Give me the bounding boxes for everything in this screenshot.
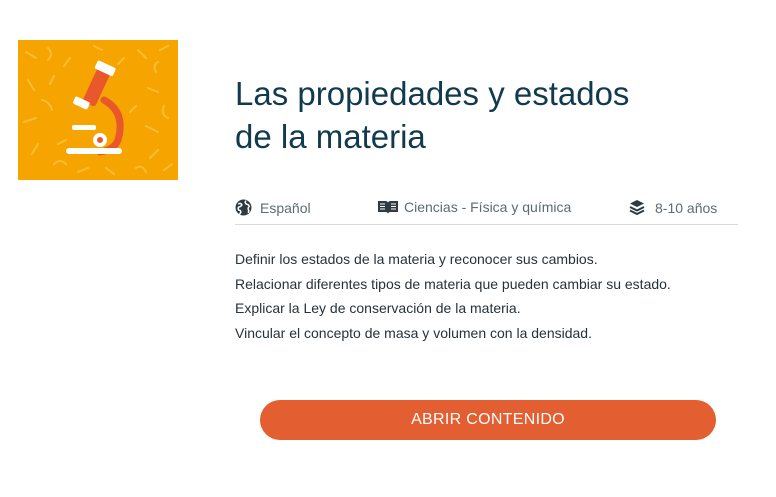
subject-label: Ciencias - Física y química	[404, 199, 572, 215]
title-line-2: de la materia	[235, 118, 426, 155]
meta-language: Español	[235, 199, 311, 216]
meta-subject: Ciencias - Física y química	[377, 199, 571, 215]
age-label: 8-10 años	[655, 199, 718, 216]
content-meta-bar: Español Ciencias - Física y química 8-10…	[235, 196, 738, 225]
language-label: Español	[260, 199, 311, 216]
objectives-list: Definir los estados de la materia y reco…	[235, 247, 671, 345]
objective-item: Vincular el concepto de masa y volumen c…	[235, 324, 592, 341]
layers-icon	[629, 199, 645, 216]
book-icon	[377, 199, 399, 215]
microscope-icon	[18, 40, 178, 180]
meta-age: 8-10 años	[629, 199, 717, 216]
objective-item: Definir los estados de la materia y reco…	[235, 251, 598, 267]
objective-item: Explicar la Ley de conservación de la ma…	[235, 300, 521, 316]
objective-item: Relacionar diferentes tipos de materia q…	[235, 275, 671, 292]
content-thumbnail	[18, 40, 178, 180]
page-title: Las propiedades y estados de la materia	[235, 72, 715, 158]
open-content-button[interactable]: ABRIR CONTENIDO	[260, 400, 716, 440]
title-line-1: Las propiedades y estados	[235, 75, 630, 112]
globe-icon	[235, 199, 252, 216]
